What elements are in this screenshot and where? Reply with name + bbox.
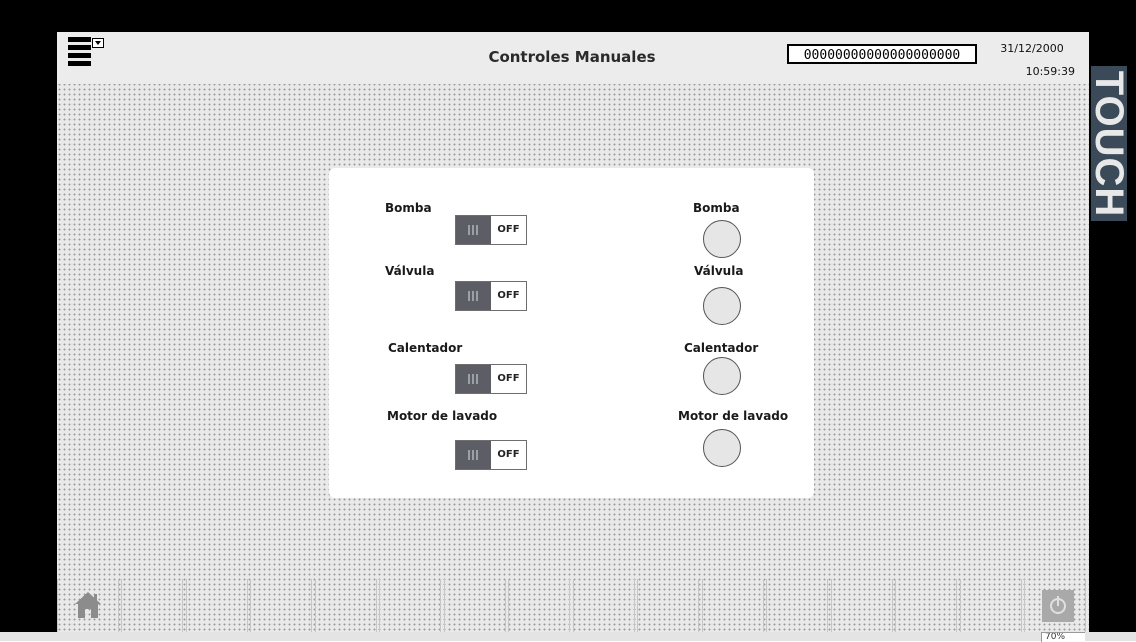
time-display: 10:59:39 — [1025, 65, 1075, 78]
date-display: 31/12/2000 — [1000, 42, 1064, 55]
switch-bomba[interactable]: OFF — [455, 215, 527, 245]
page-title: Controles Manuales — [488, 48, 656, 66]
footer-button[interactable] — [186, 579, 248, 632]
footer-button[interactable] — [637, 579, 699, 632]
footer-button[interactable] — [379, 579, 441, 632]
indicator-lamp-motor-de-lavado — [703, 429, 741, 467]
indicator-label-calentador: Calentador — [684, 341, 759, 355]
indicator-label-motor-de-lavado: Motor de lavado — [678, 409, 789, 423]
switch-state: OFF — [497, 373, 520, 384]
indicator-lamp-valvula — [703, 287, 741, 325]
footer-button[interactable] — [121, 579, 183, 632]
switch-label-valvula: Válvula — [385, 264, 435, 278]
footer-button[interactable] — [250, 579, 312, 632]
switch-knob — [456, 216, 491, 244]
switch-state: OFF — [497, 290, 520, 301]
footer-button[interactable] — [960, 579, 1022, 632]
controls-panel: Bomba OFF Válvula OFF Calentador OFF Mot… — [329, 168, 814, 498]
frame-top — [0, 0, 1136, 32]
footer-button[interactable] — [831, 579, 893, 632]
switch-motor-de-lavado[interactable]: OFF — [455, 440, 527, 470]
footer-button[interactable] — [315, 579, 377, 632]
menu-icon[interactable] — [68, 37, 104, 69]
code-display-field[interactable]: 00000000000000000000 — [787, 44, 977, 64]
indicator-label-valvula: Válvula — [694, 264, 744, 278]
footer-button[interactable] — [766, 579, 828, 632]
switch-knob — [456, 441, 491, 469]
switch-label-calentador: Calentador — [388, 341, 463, 355]
switch-state: OFF — [497, 224, 520, 235]
touch-brand-logo: TOUCH — [1091, 66, 1127, 221]
brand-label: TOUCH — [1091, 70, 1127, 217]
footer-button[interactable] — [508, 579, 570, 632]
footer-button[interactable] — [702, 579, 764, 632]
footer-button[interactable] — [444, 579, 506, 632]
indicator-label-bomba: Bomba — [693, 201, 740, 215]
status-strip — [0, 632, 1136, 641]
footer-button[interactable] — [573, 579, 635, 632]
frame-left — [0, 0, 57, 641]
footer-button-bar — [57, 579, 1089, 632]
home-icon[interactable] — [73, 590, 103, 620]
switch-calentador[interactable]: OFF — [455, 364, 527, 394]
power-icon[interactable] — [1042, 590, 1074, 622]
switch-knob — [456, 365, 491, 393]
footer-button[interactable] — [895, 579, 957, 632]
switch-label-motor-de-lavado: Motor de lavado — [387, 409, 498, 423]
header-bar: Controles Manuales 00000000000000000000 … — [57, 32, 1089, 84]
hmi-screen: Controles Manuales 00000000000000000000 … — [57, 32, 1127, 632]
switch-state: OFF — [497, 449, 520, 460]
switch-label-bomba: Bomba — [385, 201, 432, 215]
indicator-lamp-calentador — [703, 357, 741, 395]
switch-valvula[interactable]: OFF — [455, 281, 527, 311]
indicator-lamp-bomba — [703, 220, 741, 258]
switch-knob — [456, 282, 491, 310]
